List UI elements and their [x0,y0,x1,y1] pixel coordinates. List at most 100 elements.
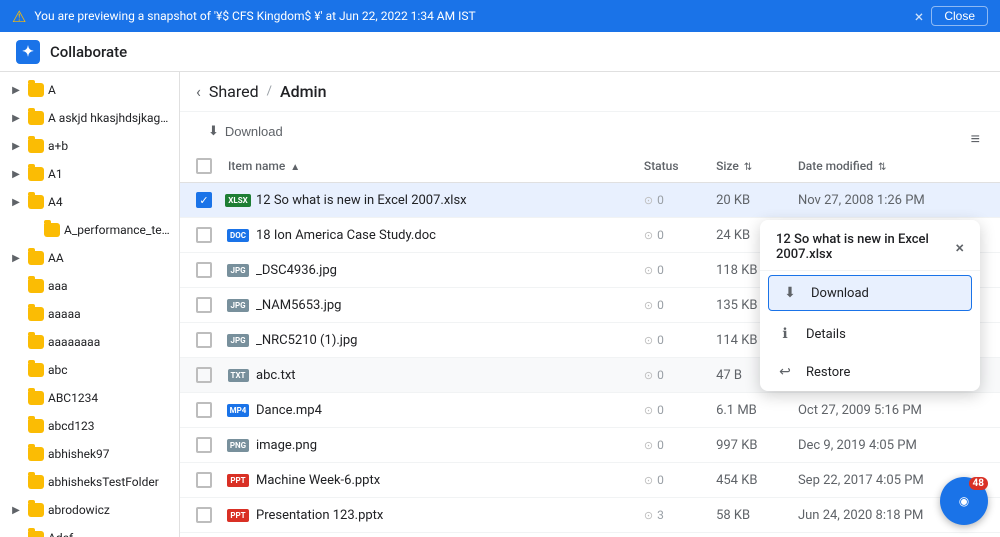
sidebar-item-a4[interactable]: ▶ A4 [0,188,179,216]
details-icon: ℹ [776,325,794,343]
table-row[interactable]: MP4Dance.mp4⊙ 06.1 MBOct 27, 2009 5:16 P… [180,393,1000,428]
sidebar-item-abhishekstestfolder[interactable]: abhisheksTestFolder [0,468,179,496]
file-name-cell: JPG_NAM5653.jpg [228,293,628,317]
sidebar-item-label: abhisheksTestFolder [48,475,171,489]
row-checkbox[interactable] [196,402,212,418]
sidebar-item-label: A4 [48,195,171,209]
chevron-icon: ▶ [8,82,24,98]
badge-icon: ◉ [959,494,969,508]
file-name: 12 So what is new in Excel 2007.xlsx [256,193,467,208]
popup-item-details[interactable]: ℹDetails [760,315,980,353]
badge-button[interactable]: 48 ◉ [940,477,988,525]
breadcrumb-current: Admin [280,82,327,101]
sidebar-item-aaaaa[interactable]: aaaaa [0,300,179,328]
file-name-cell: PPT Presentation 123.pptx [228,503,628,527]
restore-icon: ↩ [776,363,794,381]
sidebar-item-abcd123[interactable]: abcd123 [0,412,179,440]
sidebar-item-label: aaaaaaaa [48,335,171,349]
popup-item-restore[interactable]: ↩Restore [760,353,980,391]
folder-icon [28,335,44,349]
table-row[interactable]: PNGScreen Shot 2019-12-09 at 1.57.33 PM.… [180,533,1000,537]
table-row[interactable]: ✓XLSX12 So what is new in Excel 2007.xls… [180,183,1000,218]
sidebar-item-abc[interactable]: abc [0,356,179,384]
folder-icon [28,279,44,293]
breadcrumb: ‹ Shared / Admin [180,72,1000,112]
row-checkbox[interactable]: ✓ [196,192,212,208]
chevron-icon: ▶ [8,110,24,126]
status-share-icon: ⊙ [644,439,653,452]
sidebar-item-aaa[interactable]: aaa [0,272,179,300]
file-name-cell: JPG _NRC5210 (1).jpg [228,328,628,352]
name-column-header[interactable]: Item name ▲ [220,150,636,183]
folder-icon [28,83,44,97]
file-name: _NRC5210 (1).jpg [256,333,357,348]
status-count: 0 [657,263,664,277]
sidebar-item-a1[interactable]: ▶A1 [0,160,179,188]
sidebar-item-a+b[interactable]: ▶a+b [0,132,179,160]
sidebar-item-abc1234[interactable]: ABC1234 [0,384,179,412]
table-row[interactable]: PNGimage.png⊙ 0997 KBDec 9, 2019 4:05 PM [180,428,1000,463]
file-name-cell: JPG_DSC4936.jpg [228,258,628,282]
file-type-icon: PPT [228,503,248,527]
notification-bar: ⚠ You are previewing a snapshot of '¥$ C… [0,0,1000,32]
date-column-header[interactable]: Date modified ⇅ [790,150,1000,183]
sidebar-item-a_performance_test[interactable]: A_performance_test [0,216,179,244]
status-column-header[interactable]: Status [636,150,708,183]
folder-icon [44,223,60,237]
row-checkbox[interactable] [196,332,212,348]
sidebar-item-a[interactable]: ▶A [0,76,179,104]
row-checkbox[interactable] [196,367,212,383]
row-checkbox[interactable] [196,297,212,313]
file-name: Machine Week-6.pptx [256,473,380,488]
breadcrumb-parent[interactable]: Shared [209,82,259,101]
file-name-cell: PPTMachine Week-6.pptx [228,468,628,492]
sidebar-item-label: A askjd hkasjhdsjkaghs [48,111,171,125]
status-count: 0 [657,298,664,312]
popup-close-button[interactable]: × [955,238,964,257]
sidebar-item-adef[interactable]: Adef [0,524,179,537]
close-button[interactable]: Close [931,6,988,26]
back-button[interactable]: ‹ [196,82,201,101]
select-all-checkbox[interactable] [196,158,212,174]
file-name: abc.txt [256,368,296,383]
status-share-icon: ⊙ [644,509,653,522]
status-cell: ⊙ 0 [644,438,700,452]
row-checkbox[interactable] [196,437,212,453]
sidebar-item-label: A_performance_test [64,223,171,237]
chevron-icon [8,390,24,406]
chevron-icon: ▶ [8,250,24,266]
status-count: 0 [657,368,664,382]
sidebar-item-abrodowicz[interactable]: ▶abrodowicz [0,496,179,524]
date-sort-icon: ⇅ [878,162,886,173]
file-type-icon: JPG [228,328,248,352]
row-checkbox[interactable] [196,227,212,243]
notif-x-icon[interactable]: × [915,7,924,26]
table-row[interactable]: PPTMachine Week-6.pptx⊙ 0454 KBSep 22, 2… [180,463,1000,498]
chevron-icon: ▶ [8,194,24,210]
row-checkbox[interactable] [196,507,212,523]
row-checkbox[interactable] [196,472,212,488]
chevron-icon [8,278,24,294]
chevron-icon: ▶ [8,138,24,154]
sidebar-item-a-askjd-hkasjhdsjkaghs[interactable]: ▶ A askjd hkasjhdsjkaghs [0,104,179,132]
file-size: 58 KB [708,498,790,533]
file-size: 454 KB [708,463,790,498]
sidebar-item-aa[interactable]: ▶AA [0,244,179,272]
size-column-header[interactable]: Size ⇅ [708,150,790,183]
file-name: Presentation 123.pptx [256,508,383,523]
download-button[interactable]: ⬇ Download [196,118,295,144]
sidebar-item-aaaaaaaa[interactable]: aaaaaaaa [0,328,179,356]
chevron-icon [24,222,40,238]
breadcrumb-separator: / [267,84,272,99]
file-size: 20 KB [708,183,790,218]
app-title: Collaborate [50,43,127,61]
badge-count: 48 [969,477,988,490]
table-row[interactable]: PPTPresentation 123.pptx⊙ 358 KBJun 24, … [180,498,1000,533]
popup-item-download[interactable]: ⬇Download [768,275,972,311]
file-date: Oct 27, 2009 5:16 PM [790,393,1000,428]
chevron-icon [8,530,24,537]
file-name-cell: PNGimage.png [228,433,628,457]
size-sort-icon: ⇅ [744,162,752,173]
row-checkbox[interactable] [196,262,212,278]
sidebar-item-abhishek97[interactable]: abhishek97 [0,440,179,468]
